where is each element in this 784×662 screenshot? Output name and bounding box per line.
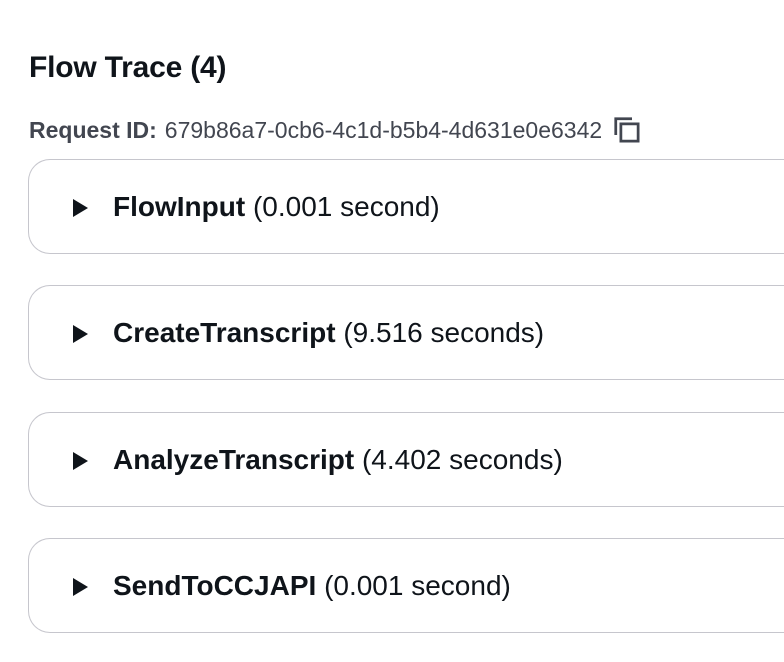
- trace-step-name: SendToCCJAPI: [113, 570, 317, 601]
- trace-step-name: CreateTranscript: [113, 317, 336, 348]
- trace-item-text: SendToCCJAPI (0.001 second): [113, 568, 511, 604]
- copy-icon: [614, 117, 640, 143]
- trace-item-createtranscript[interactable]: CreateTranscript (9.516 seconds): [28, 285, 784, 380]
- trace-step-name: FlowInput: [113, 191, 246, 222]
- request-id-value: 679b86a7-0cb6-4c1d-b5b4-4d631e0e6342: [164, 116, 603, 143]
- trace-item-analyzetranscript[interactable]: AnalyzeTranscript (4.402 seconds): [28, 412, 784, 507]
- trace-item-flowinput[interactable]: FlowInput (0.001 second): [28, 159, 784, 254]
- trace-item-text: AnalyzeTranscript (4.402 seconds): [113, 442, 563, 478]
- caret-right-icon: [73, 325, 88, 343]
- copy-button[interactable]: [610, 113, 644, 147]
- trace-step-name: AnalyzeTranscript: [113, 444, 355, 475]
- flow-trace-panel: Flow Trace (4) Request ID: 679b86a7-0cb6…: [0, 0, 784, 662]
- caret-right-icon: [73, 452, 88, 470]
- trace-step-duration: (9.516 seconds): [343, 317, 545, 348]
- trace-step-duration: (4.402 seconds): [361, 444, 563, 475]
- caret-right-icon: [73, 578, 88, 596]
- title-text: Flow Trace: [29, 51, 183, 84]
- trace-step-duration: (0.001 second): [324, 570, 511, 601]
- trace-count: (4): [190, 51, 227, 84]
- request-id-label: Request ID:: [29, 116, 157, 143]
- caret-right-icon: [73, 199, 88, 217]
- trace-item-text: FlowInput (0.001 second): [113, 189, 440, 225]
- page-title: Flow Trace (4): [29, 50, 226, 86]
- trace-step-duration: (0.001 second): [252, 191, 440, 222]
- trace-item-text: CreateTranscript (9.516 seconds): [113, 315, 544, 351]
- trace-item-sendtoccjapi[interactable]: SendToCCJAPI (0.001 second): [28, 538, 784, 633]
- request-id-row: Request ID: 679b86a7-0cb6-4c1d-b5b4-4d63…: [29, 113, 644, 147]
